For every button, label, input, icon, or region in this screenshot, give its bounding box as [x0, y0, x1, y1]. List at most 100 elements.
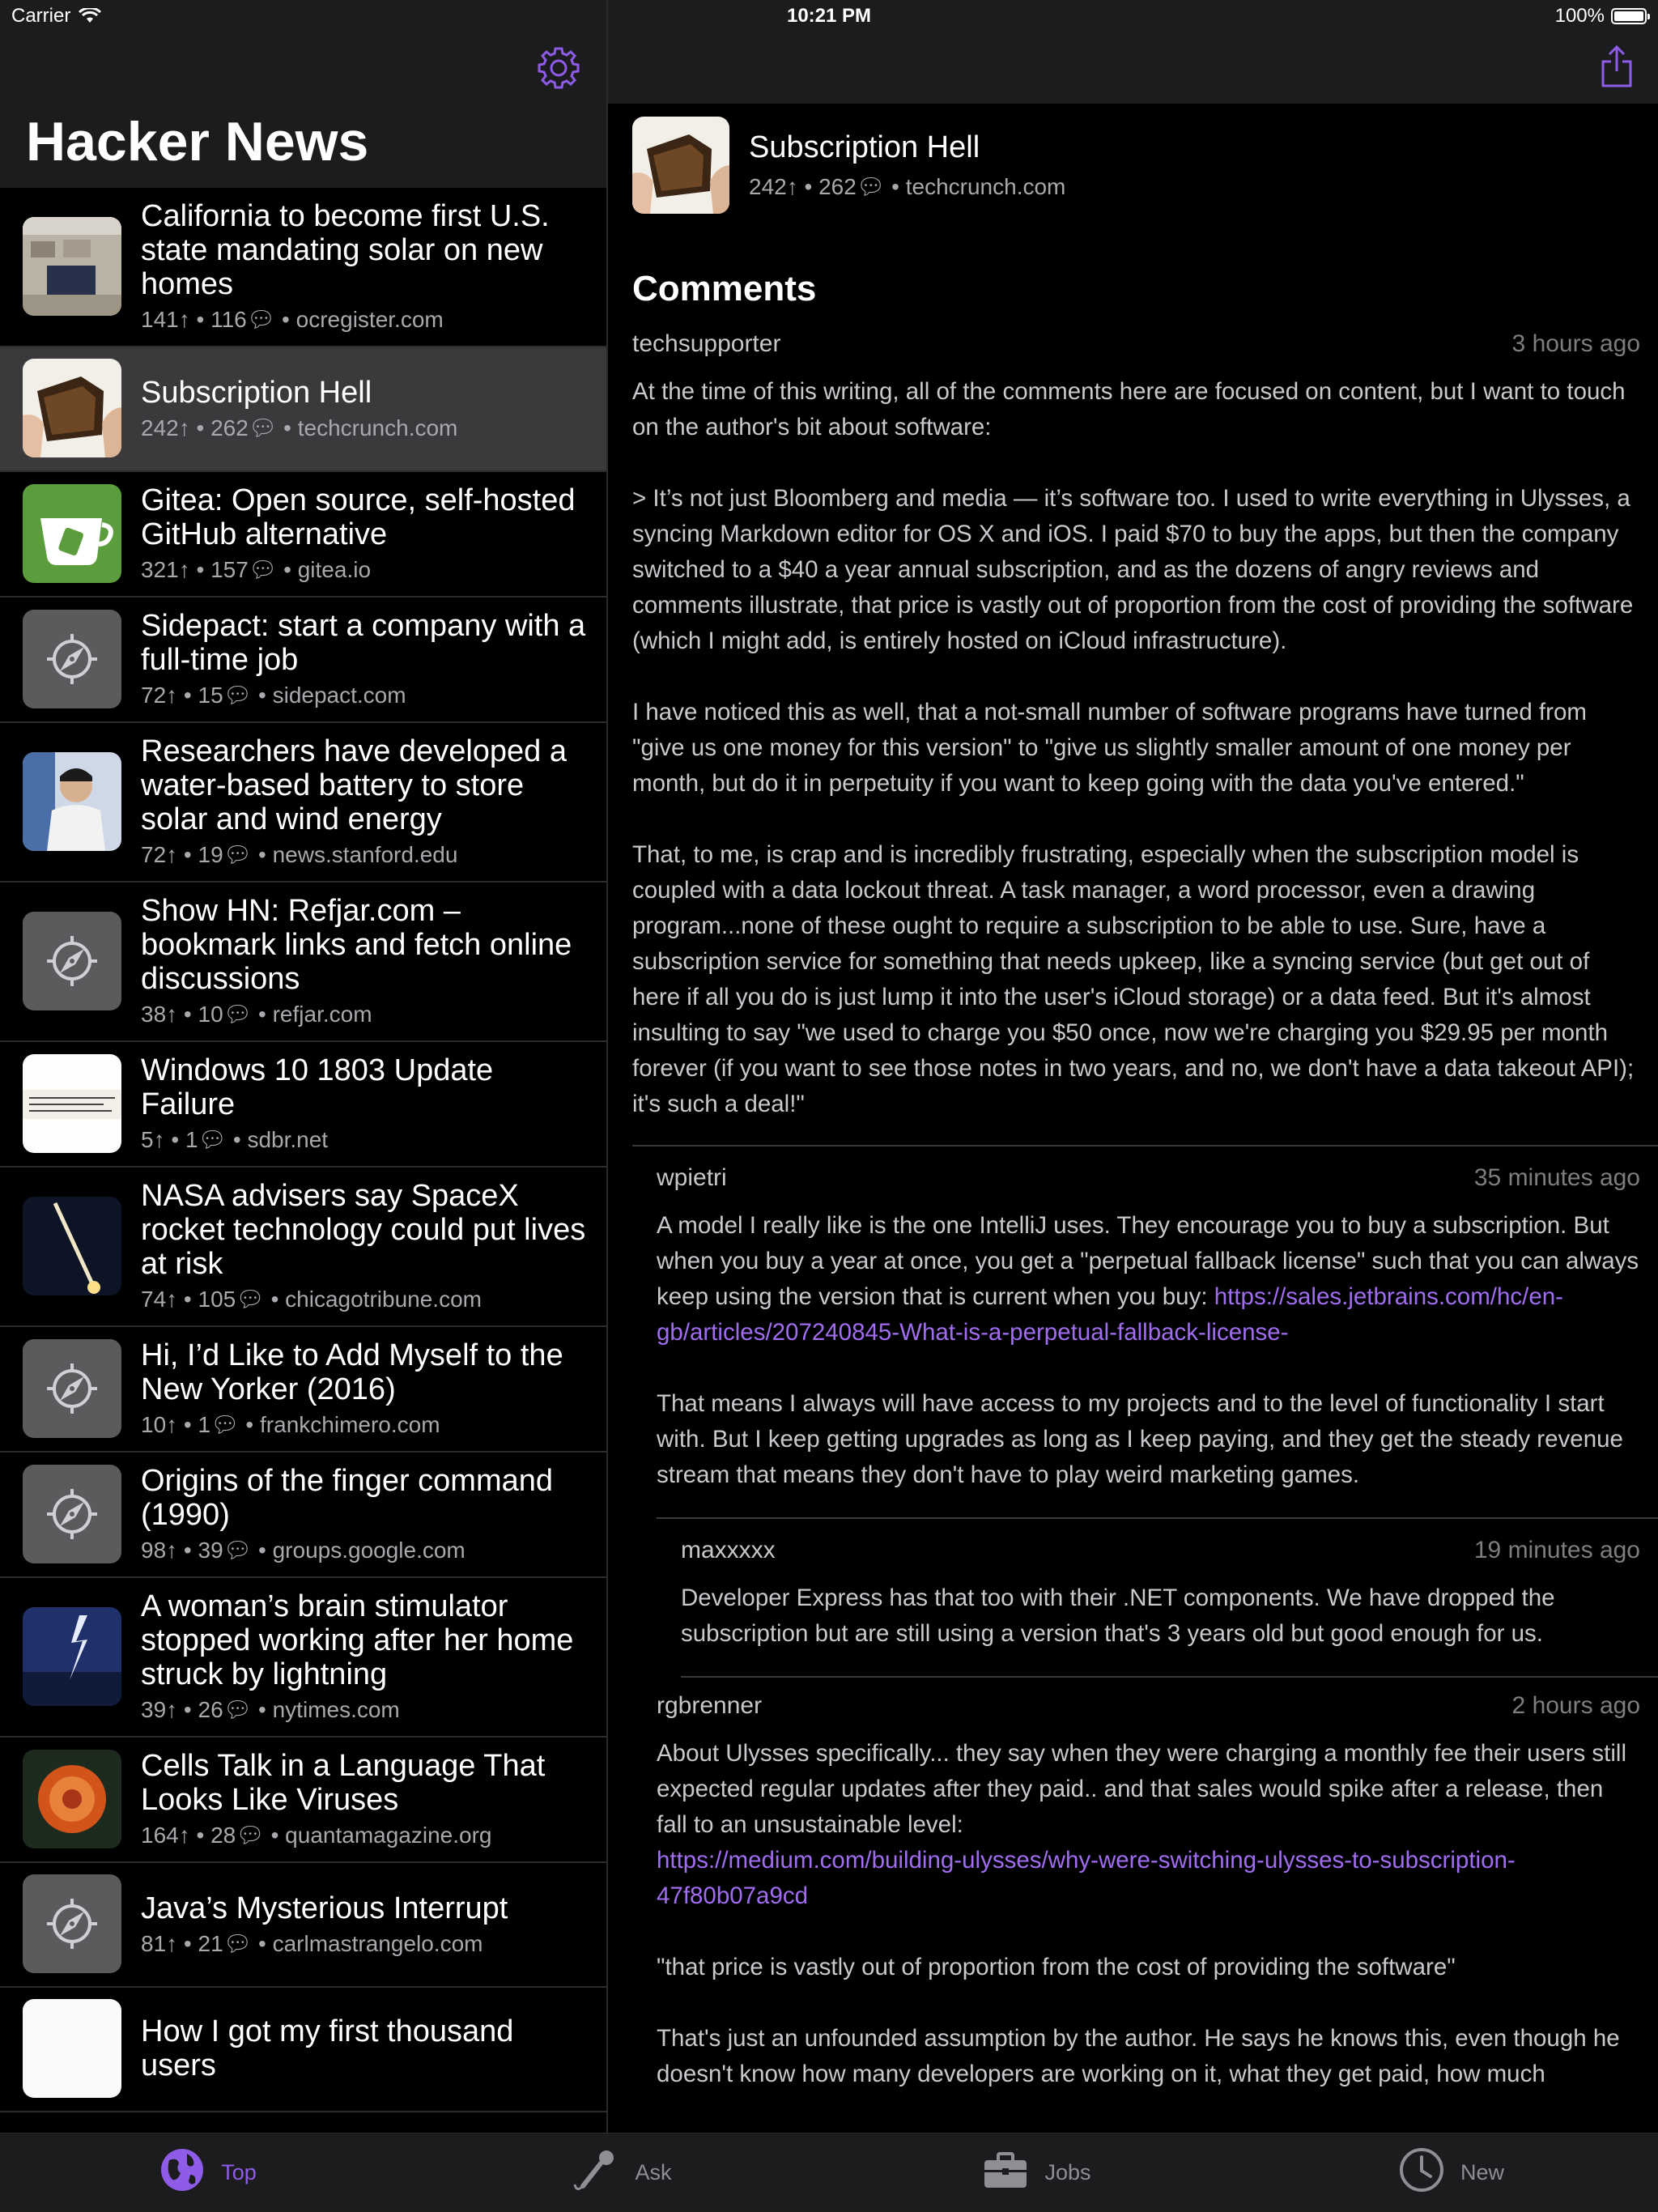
story-list: California to become first U.S. state ma… [0, 188, 606, 2112]
story-title: Hi, I’d Like to Add Myself to the New Yo… [141, 1338, 563, 1406]
story-points: 98 [141, 1538, 167, 1563]
story-meta: 39↑ • 26💬︎ • nytimes.com [141, 1697, 400, 1722]
comment-paragraph: That means I always will have access to … [657, 1386, 1640, 1493]
comment-text: Developer Express has that too with thei… [681, 1585, 1555, 1647]
story-row[interactable]: Show HN: Refjar.com – bookmark links and… [0, 883, 606, 1042]
comment-link[interactable]: https://medium.com/building-ulysses/why-… [657, 1847, 1516, 1909]
comment-author[interactable]: maxxxxx [681, 1537, 776, 1564]
status-time: 10:21 PM [786, 5, 872, 27]
share-icon[interactable] [1600, 44, 1634, 87]
settings-gear-icon[interactable] [534, 44, 583, 92]
story-row[interactable]: Gitea: Open source, self-hosted GitHub a… [0, 472, 606, 598]
tab-top[interactable]: Top [0, 2133, 414, 2212]
story-row[interactable]: Hi, I’d Like to Add Myself to the New Yo… [0, 1327, 606, 1453]
story-row[interactable]: Subscription Hell 242↑ • 262💬︎ • techcrun… [0, 347, 606, 472]
story-meta: 81↑ • 21💬︎ • carlmastrangelo.com [141, 1930, 483, 1956]
story-points: 242 [141, 415, 179, 440]
story-title: NASA advisers say SpaceX rocket technolo… [141, 1179, 586, 1281]
briefcase-icon [981, 2146, 1030, 2200]
story-thumbnail [23, 1606, 121, 1706]
story-meta: 5↑ • 1💬︎ • sdbr.net [141, 1127, 329, 1152]
story-comment-count: 21 [198, 1930, 223, 1956]
story-title: Gitea: Open source, self-hosted GitHub a… [141, 483, 576, 551]
story-meta: 321↑ • 157💬︎ • gitea.io [141, 557, 372, 582]
comment-bubble-icon: 💬︎ [223, 1538, 253, 1563]
story-comment-count: 1 [185, 1127, 198, 1152]
story-row[interactable]: How I got my first thousand users [0, 1988, 606, 2112]
battery-icon [1611, 8, 1650, 24]
comment-text: About Ulysses specifically... they say w… [657, 1740, 1627, 1838]
story-text: Windows 10 1803 Update Failure 5↑ • 1💬︎ •… [141, 1053, 590, 1153]
story-meta: 74↑ • 105💬︎ • chicagotribune.com [141, 1287, 482, 1312]
story-comment-count: 15 [198, 683, 223, 708]
comment-paragraph: A model I really like is the one Intelli… [657, 1208, 1640, 1351]
comment-bubble-icon: 💬︎ [248, 415, 278, 440]
detail-panel: Subscription Hell 242↑ • 262💬︎ • techcru… [608, 0, 1658, 2133]
comment-bubble-icon: 💬︎ [223, 1930, 253, 1956]
story-row[interactable]: Cells Talk in a Language That Looks Like… [0, 1738, 606, 1863]
story-list-panel: Hacker News California to become first U… [0, 0, 606, 2133]
article-title: Subscription Hell [749, 130, 980, 164]
comment-text: "that price is vastly out of proportion … [657, 1954, 1456, 1980]
story-row[interactable]: Windows 10 1803 Update Failure 5↑ • 1💬︎ •… [0, 1042, 606, 1168]
comment-author[interactable]: wpietri [657, 1164, 727, 1192]
tab-new[interactable]: New [1244, 2133, 1658, 2212]
comment-author[interactable]: techsupporter [632, 330, 780, 358]
comment: wpietri 35 minutes ago A model I really li… [657, 1146, 1658, 1519]
story-row[interactable]: Java’s Mysterious Interrupt 81↑ • 21💬︎ • … [0, 1863, 606, 1988]
comment-text: That's just an unfounded assumption by t… [657, 2025, 1620, 2087]
comment-paragraph: "that price is vastly out of proportion … [657, 1950, 1640, 1985]
comment-bubble-icon: 💬︎ [246, 307, 276, 332]
story-title: How I got my first thousand users [141, 2014, 514, 2082]
story-thumbnail [23, 216, 121, 316]
comment: maxxxxx 19 minutes ago Developer Express h… [681, 1519, 1658, 1678]
story-row[interactable]: Sidepact: start a company with a full-ti… [0, 598, 606, 723]
comment-bubble-icon: 💬︎ [248, 557, 278, 582]
story-row[interactable]: California to become first U.S. state ma… [0, 188, 606, 347]
story-domain: carlmastrangelo.com [272, 1930, 483, 1956]
story-domain: techcrunch.com [297, 415, 458, 440]
story-row[interactable]: NASA advisers say SpaceX rocket technolo… [0, 1168, 606, 1327]
comment-bubble-icon: 💬︎ [210, 1412, 240, 1437]
upvote-arrow-icon: ↑ [178, 307, 190, 332]
story-text: How I got my first thousand users [141, 2014, 590, 2082]
story-points: 10 [141, 1412, 167, 1437]
story-comment-count: 28 [210, 1823, 236, 1848]
story-points: 81 [141, 1930, 167, 1956]
tab-jobs[interactable]: Jobs [829, 2133, 1244, 2212]
story-text: Subscription Hell 242↑ • 262💬︎ • techcrun… [141, 376, 590, 441]
story-comment-count: 10 [198, 1002, 223, 1027]
comment-header: wpietri 35 minutes ago [657, 1164, 1640, 1192]
gitea-logo [23, 483, 121, 583]
story-meta: 141↑ • 116💬︎ • ocregister.com [141, 307, 444, 332]
comment-author[interactable]: rgbrenner [657, 1692, 762, 1720]
story-points: 164 [141, 1823, 179, 1848]
story-thumbnail [23, 359, 121, 457]
story-thumbnail [23, 1053, 121, 1153]
story-comment-count: 1 [198, 1412, 211, 1437]
safari-compass-icon [23, 1874, 121, 1973]
story-comment-count: 116 [210, 307, 247, 332]
story-title: Cells Talk in a Language That Looks Like… [141, 1749, 546, 1817]
comment-bubble-icon: 💬︎ [223, 1697, 253, 1722]
article-thumbnail [632, 117, 729, 214]
story-row[interactable]: Origins of the finger command (1990) 98↑ … [0, 1453, 606, 1578]
story-points: 321 [141, 557, 179, 582]
comment-text: That, to me, is crap and is incredibly f… [632, 841, 1635, 1117]
upvote-arrow-icon: ↑ [166, 1538, 178, 1563]
story-comment-count: 19 [198, 842, 223, 867]
article-header[interactable]: Subscription Hell 242↑ • 262💬︎ • techcru… [632, 117, 1065, 214]
comment-age: 19 minutes ago [1473, 1537, 1640, 1563]
story-row[interactable]: A woman’s brain stimulator stopped worki… [0, 1578, 606, 1738]
tab-label: Ask [635, 2160, 672, 2184]
story-domain: refjar.com [272, 1002, 372, 1027]
battery-indicator: 100% [1555, 5, 1650, 28]
story-thumbnail [23, 751, 121, 851]
story-title: Researchers have developed a water-based… [141, 734, 568, 836]
comment-paragraph: That's just an unfounded assumption by t… [657, 2021, 1640, 2092]
story-row[interactable]: Researchers have developed a water-based… [0, 723, 606, 883]
article-comment-count: 262 [818, 174, 857, 199]
comment-bubble-icon: 💬︎ [236, 1287, 265, 1312]
tab-ask[interactable]: Ask [414, 2133, 829, 2212]
upvote-arrow-icon: ↑ [166, 1697, 178, 1722]
